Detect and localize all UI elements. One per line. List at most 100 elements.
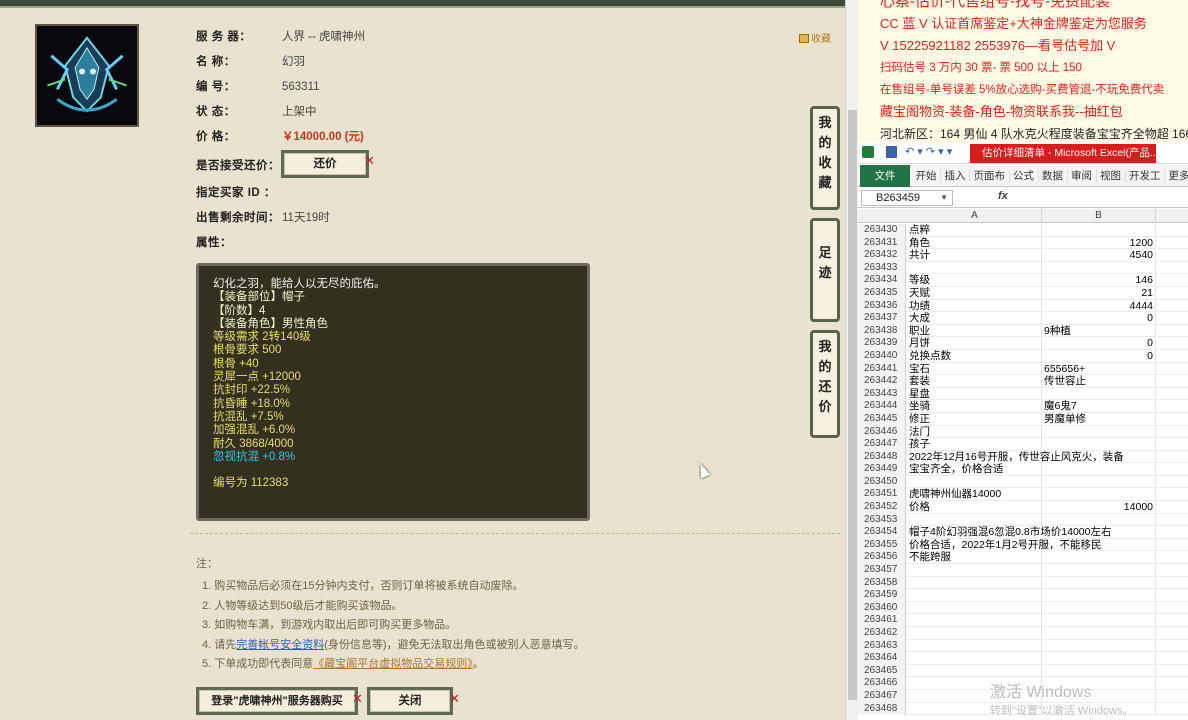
security-info-link[interactable]: 完善帐号安全资料 (236, 639, 324, 651)
sheet-row[interactable]: 263454 帽子4阶幻羽强混6忽混0.8市场价14000左右 (858, 526, 1188, 539)
sheet-row[interactable]: 263446 法门 (858, 425, 1188, 439)
tab-footprints[interactable]: 足迹 (810, 218, 840, 322)
row-number[interactable]: 263435 (858, 286, 906, 300)
sheet-row[interactable]: 263449 宝宝齐全，价格合适 (858, 463, 1188, 476)
cell-a[interactable]: 宝石 (908, 362, 1042, 376)
cell-a[interactable] (908, 589, 1042, 602)
row-number[interactable]: 263440 (858, 349, 906, 363)
save-icon[interactable] (886, 146, 897, 158)
tab-insert[interactable]: 插入 (941, 170, 970, 182)
row-number[interactable]: 263468 (858, 702, 906, 716)
cell-a[interactable]: 套装 (908, 375, 1042, 388)
row-number[interactable]: 263460 (858, 601, 906, 615)
row-number[interactable]: 263439 (858, 337, 906, 350)
cell-b[interactable] (1042, 614, 1156, 627)
row-number[interactable]: 263467 (858, 689, 906, 703)
cell-a[interactable] (908, 576, 1042, 590)
sheet-row[interactable]: 263452 价格 14000 (858, 501, 1188, 514)
tab-my-bargains[interactable]: 我的还价 (810, 330, 840, 438)
cell-b[interactable] (1042, 261, 1156, 275)
cell-b[interactable]: 0 (1042, 312, 1156, 325)
cell-b[interactable] (1042, 475, 1156, 489)
cell-b[interactable] (1042, 224, 1156, 237)
cell-b[interactable] (1042, 513, 1156, 527)
cell-a[interactable] (908, 614, 1042, 627)
cell-b[interactable] (1042, 601, 1156, 615)
cell-b[interactable] (1042, 576, 1156, 590)
cell-b[interactable] (1042, 438, 1156, 451)
row-number[interactable]: 263446 (858, 425, 906, 439)
cell-b[interactable]: 0 (1042, 337, 1156, 350)
sheet-row[interactable]: 263462 (858, 627, 1188, 640)
cell-a[interactable] (908, 564, 1042, 577)
column-header-b[interactable]: B (1042, 209, 1156, 223)
row-number[interactable]: 263434 (858, 274, 906, 287)
cell-b[interactable]: 9种植 (1042, 324, 1156, 338)
row-number[interactable]: 263444 (858, 400, 906, 413)
cell-a[interactable]: 孩子 (908, 438, 1042, 451)
tab-formulas[interactable]: 公式 (1009, 170, 1039, 182)
sheet-row[interactable]: 263460 (858, 601, 1188, 615)
sheet-row[interactable]: 263440 兑换点数 0 (858, 349, 1188, 363)
cell-a[interactable]: 功绩 (908, 299, 1042, 313)
bargain-button[interactable]: 还价 (281, 150, 369, 178)
sheet-row[interactable]: 263461 (858, 614, 1188, 627)
sheet-row[interactable]: 263436 功绩 4444 (858, 299, 1188, 313)
row-number[interactable]: 263445 (858, 412, 906, 426)
cell-a[interactable]: 星盘 (908, 387, 1042, 401)
favorite-link[interactable]: 收藏 (799, 30, 831, 45)
cell-a[interactable]: 大成 (908, 312, 1042, 325)
undo-icon[interactable]: ↶ ▾ ↷ ▾ ▾ (905, 145, 952, 158)
row-number[interactable]: 263466 (858, 677, 906, 690)
cell-b[interactable]: 21 (1042, 286, 1156, 300)
cell-a[interactable] (908, 627, 1042, 640)
cell-a[interactable]: 等级 (908, 274, 1042, 287)
function-icon[interactable]: fx (998, 190, 1008, 202)
tab-view[interactable]: 视图 (1096, 170, 1126, 182)
cell-b[interactable]: 1200 (1042, 236, 1156, 250)
tab-more[interactable]: 更多 (1165, 170, 1188, 182)
sheet-row[interactable]: 263433 (858, 261, 1188, 275)
buy-login-button[interactable]: 登录"虎啸神州"服务器购买 (196, 687, 358, 715)
sheet-row[interactable]: 263442 套装 传世容止 (858, 375, 1188, 388)
tab-data[interactable]: 数据 (1038, 170, 1068, 182)
cell-b[interactable]: 146 (1042, 274, 1156, 287)
row-number[interactable]: 263449 (858, 463, 906, 476)
sheet-row[interactable]: 263444 坐骑 魔6鬼7 (858, 400, 1188, 413)
row-number[interactable]: 263456 (858, 551, 906, 565)
sheet-row[interactable]: 263453 (858, 513, 1188, 527)
row-number[interactable]: 263454 (858, 526, 906, 539)
cell-b[interactable] (1042, 639, 1156, 653)
cell-b[interactable] (1042, 627, 1156, 640)
row-number[interactable]: 263459 (858, 589, 906, 602)
close-button[interactable]: 关闭 (367, 687, 453, 715)
sheet-row[interactable]: 263432 共计 4540 (858, 249, 1188, 262)
row-number[interactable]: 263450 (858, 475, 906, 489)
cell-b[interactable] (1042, 564, 1156, 577)
sheet-row[interactable]: 263451 虎啸神州仙器14000 (858, 488, 1188, 502)
cell-b[interactable] (1042, 664, 1156, 678)
cell-a[interactable] (908, 513, 1042, 527)
cell-a[interactable] (908, 639, 1042, 653)
cell-b[interactable] (1042, 425, 1156, 439)
cell-b[interactable]: 传世容止 (1042, 375, 1156, 388)
row-number[interactable]: 263455 (858, 538, 906, 552)
row-number[interactable]: 263463 (858, 639, 906, 653)
column-header-a[interactable]: A (908, 209, 1042, 223)
cell-a[interactable] (908, 652, 1042, 665)
cell-a[interactable]: 职业 (908, 324, 1042, 338)
row-number[interactable]: 263442 (858, 375, 906, 388)
row-number[interactable]: 263438 (858, 324, 906, 338)
name-box[interactable]: B263459 ▼ (861, 190, 953, 206)
sheet-row[interactable]: 263463 (858, 639, 1188, 653)
row-number[interactable]: 263458 (858, 576, 906, 590)
sheet-row[interactable]: 263455 价格合适，2022年1月2号开服，不能移民 (858, 538, 1188, 552)
row-number[interactable]: 263451 (858, 488, 906, 502)
row-number[interactable]: 263441 (858, 362, 906, 376)
sheet-row[interactable]: 263456 不能跨服 (858, 551, 1188, 565)
cell-a[interactable]: 兑换点数 (908, 349, 1042, 363)
row-number[interactable]: 263457 (858, 564, 906, 577)
cell-a[interactable]: 天赋 (908, 286, 1042, 300)
row-number[interactable]: 263431 (858, 236, 906, 250)
row-number[interactable]: 263448 (858, 450, 906, 464)
